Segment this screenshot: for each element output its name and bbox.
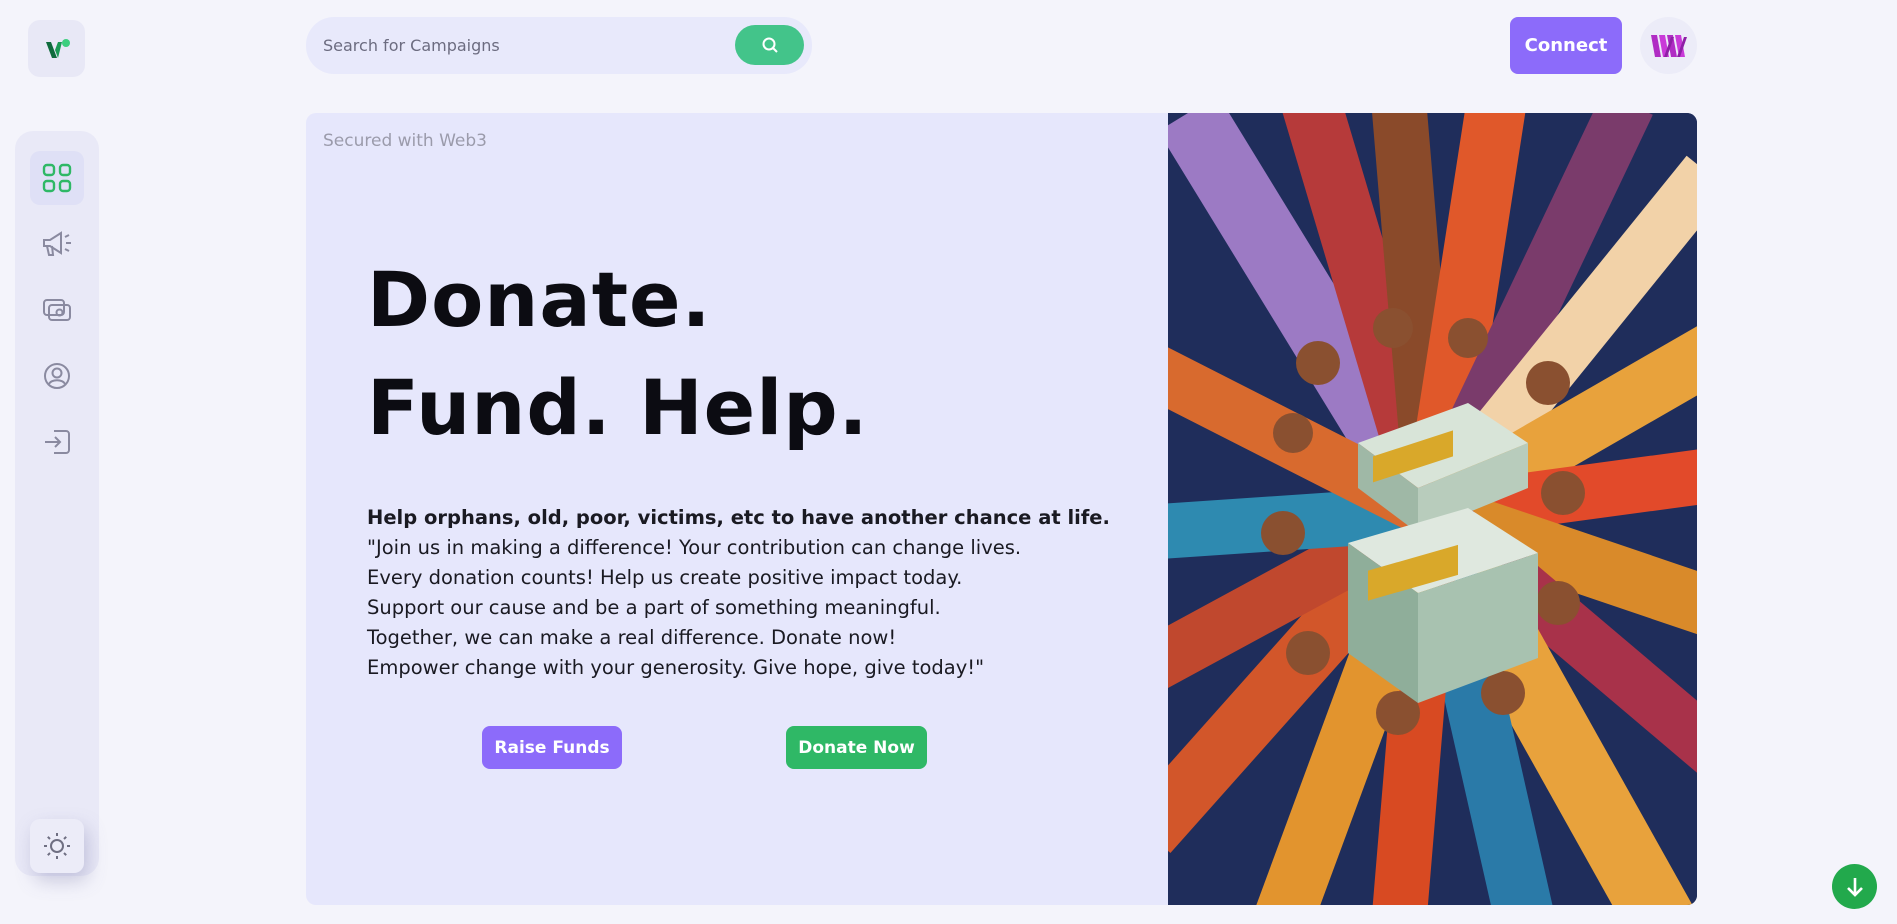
sidebar-item-payment[interactable] [30,283,84,337]
hero-illustration [1124,113,1697,905]
avatar[interactable] [1640,17,1697,74]
hero-lead-text: Help orphans, old, poor, victims, etc to… [367,506,1110,529]
payment-icon [43,299,71,321]
brand-avatar-icon [1650,34,1687,57]
sidebar-item-profile[interactable] [30,349,84,403]
sidebar-item-campaigns[interactable] [30,217,84,271]
search-icon [762,37,778,53]
dashboard-grid-icon [42,163,72,193]
hands-around-money-illustration [1124,113,1697,905]
donate-now-button[interactable]: Donate Now [786,726,927,769]
hero-description: Help orphans, old, poor, victims, etc to… [367,503,1110,683]
search-button[interactable] [735,25,804,65]
headline-line-1: Donate. [367,255,712,344]
megaphone-icon [43,231,71,256]
sidebar-item-logout[interactable] [30,415,84,469]
brand-logo-icon [45,38,70,58]
arrow-down-icon [1846,877,1863,897]
secured-badge: Secured with Web3 [323,131,487,151]
search-bar [306,17,812,74]
hero-section: Secured with Web3 Donate. Fund. Help. He… [306,113,1697,905]
connect-button[interactable]: Connect [1510,17,1622,74]
hero-text-line: Support our cause and be a part of somet… [367,596,941,619]
sidebar [15,131,99,876]
app-logo[interactable] [28,20,85,77]
raise-funds-button[interactable]: Raise Funds [482,726,622,769]
profile-icon [44,363,70,389]
sidebar-item-dashboard[interactable] [30,151,84,205]
hero-text-line: Empower change with your generosity. Giv… [367,656,985,679]
headline-line-2: Fund. Help. [367,363,869,452]
search-input[interactable] [323,17,723,74]
hero-text-line: Together, we can make a real difference.… [367,626,897,649]
theme-toggle-button[interactable] [30,819,84,873]
hero-text-line: Every donation counts! Help us create po… [367,566,963,589]
hero-text-line: "Join us in making a difference! Your co… [367,536,1022,559]
scroll-down-button[interactable] [1832,864,1877,909]
sun-icon [44,833,70,859]
logout-icon [45,430,70,454]
